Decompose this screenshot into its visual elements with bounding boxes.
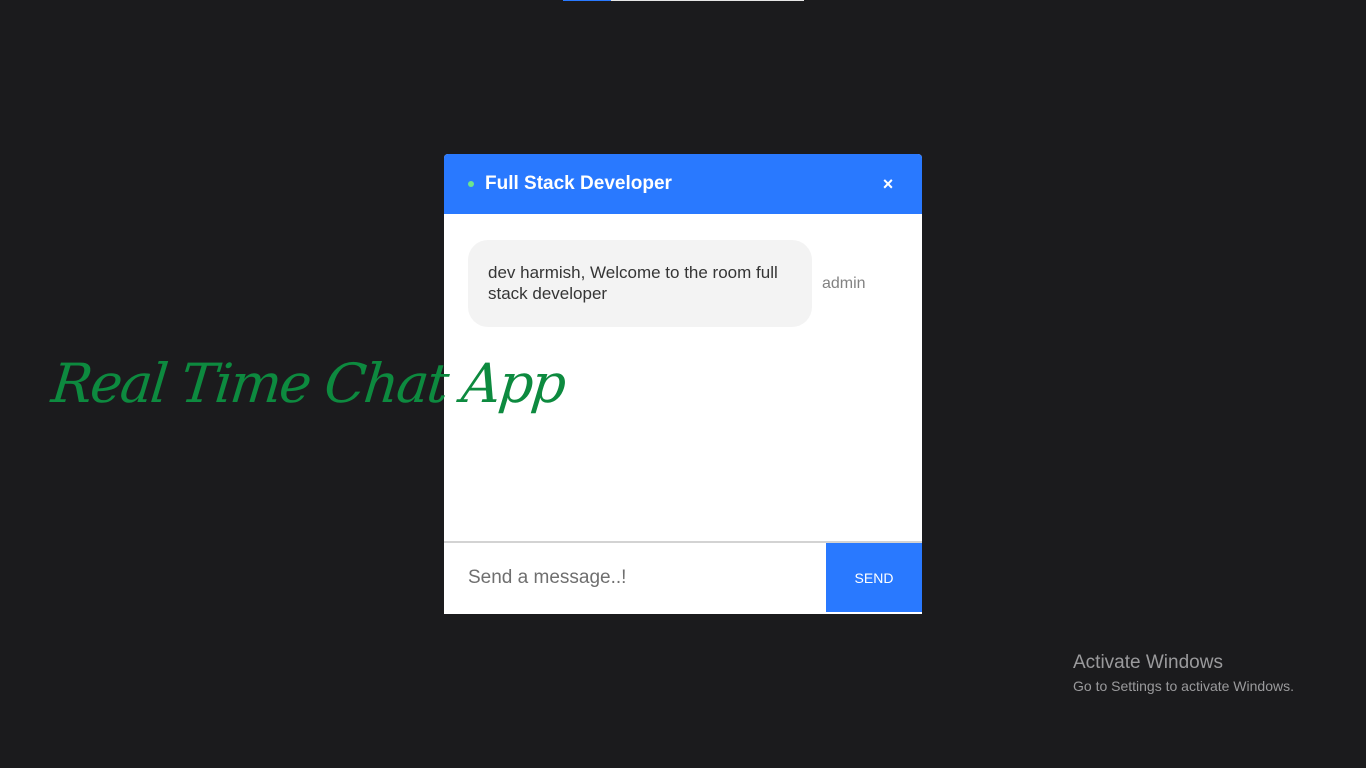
message-input[interactable]	[444, 543, 826, 612]
watermark-subtitle: Go to Settings to activate Windows.	[1073, 678, 1294, 694]
room-name: Full Stack Developer	[485, 173, 672, 194]
watermark-title: Activate Windows	[1073, 652, 1223, 673]
message-row: dev harmish, Welcome to the room full st…	[468, 240, 898, 327]
close-icon[interactable]: ×	[878, 174, 898, 194]
send-button[interactable]: SEND	[826, 543, 922, 612]
activation-watermark: Activate Windows Go to Settings to activ…	[1073, 652, 1294, 696]
page: Real Time Chat App Full Stack Developer …	[0, 0, 1366, 768]
app-title: Real Time Chat App	[48, 352, 568, 415]
chat-header: Full Stack Developer ×	[444, 154, 922, 214]
top-progress-fill	[563, 0, 612, 1]
online-status-icon	[468, 181, 474, 187]
message-composer: SEND	[444, 543, 922, 612]
top-progress-bar	[563, 0, 804, 1]
message-sender: admin	[822, 274, 866, 292]
message-bubble: dev harmish, Welcome to the room full st…	[468, 240, 812, 327]
